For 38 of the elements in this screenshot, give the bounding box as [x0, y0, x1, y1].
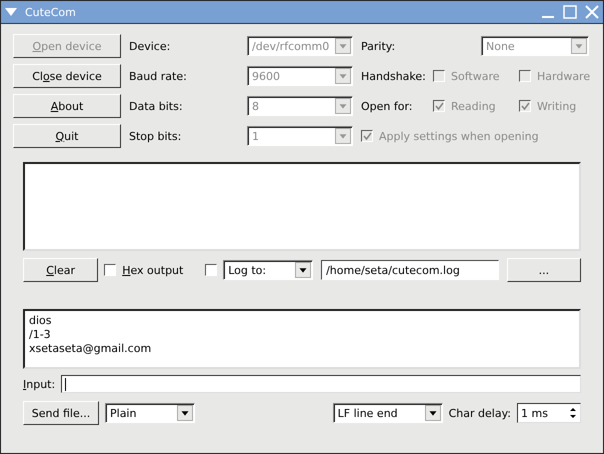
setting-label: Baud rate: — [129, 70, 188, 82]
checkbox-label: Hex output — [122, 264, 184, 276]
log-mode-dropdown[interactable]: Log to: — [223, 260, 314, 280]
log-path-field[interactable]: /home/seta/cutecom.log — [321, 260, 499, 280]
device-button[interactable]: Close device — [13, 64, 121, 88]
setting-label: Data bits: — [129, 100, 184, 112]
output-area[interactable] — [23, 162, 581, 251]
line-end-dropdown[interactable]: LF line end — [332, 403, 443, 423]
maximize-icon[interactable] — [563, 5, 577, 19]
open-for-label: Open for: — [361, 100, 413, 112]
checkbox-label: Reading — [451, 100, 496, 112]
close-icon[interactable] — [585, 5, 599, 19]
menu-triangle-icon[interactable] — [5, 8, 17, 16]
history-list[interactable]: dios /1-3 xsetaseta@gmail.com — [23, 309, 581, 369]
setting-label: Device: — [129, 40, 172, 52]
char-delay-spinbox[interactable]: 1 ms — [517, 403, 581, 423]
input-label: Input: — [23, 378, 56, 390]
checkbox[interactable] — [104, 264, 116, 276]
char-delay-label: Char delay: — [448, 406, 511, 420]
checkbox-label: Hardware — [537, 70, 590, 82]
browse-button[interactable]: ... — [506, 258, 582, 282]
history-item[interactable]: dios — [29, 314, 575, 328]
checkbox-label: Apply settings when opening — [379, 130, 539, 142]
send-file-button[interactable]: Send file... — [23, 401, 99, 425]
protocol-dropdown[interactable]: Plain — [105, 403, 195, 423]
clear-button[interactable]: Clear — [23, 258, 98, 282]
checkbox[interactable] — [205, 264, 218, 276]
device-button[interactable]: About — [13, 94, 121, 118]
checkbox-label: Software — [451, 70, 500, 82]
input-field[interactable] — [61, 375, 581, 393]
window-title: CuteCom — [25, 6, 77, 18]
parity-label: Parity: — [361, 40, 396, 52]
history-item[interactable]: xsetaseta@gmail.com — [29, 342, 575, 356]
device-button[interactable]: Quit — [13, 124, 121, 148]
checkbox-label: Writing — [537, 100, 576, 112]
setting-label: Stop bits: — [129, 130, 182, 142]
handshake-label: Handshake: — [361, 70, 426, 82]
history-item[interactable]: /1-3 — [29, 328, 575, 342]
